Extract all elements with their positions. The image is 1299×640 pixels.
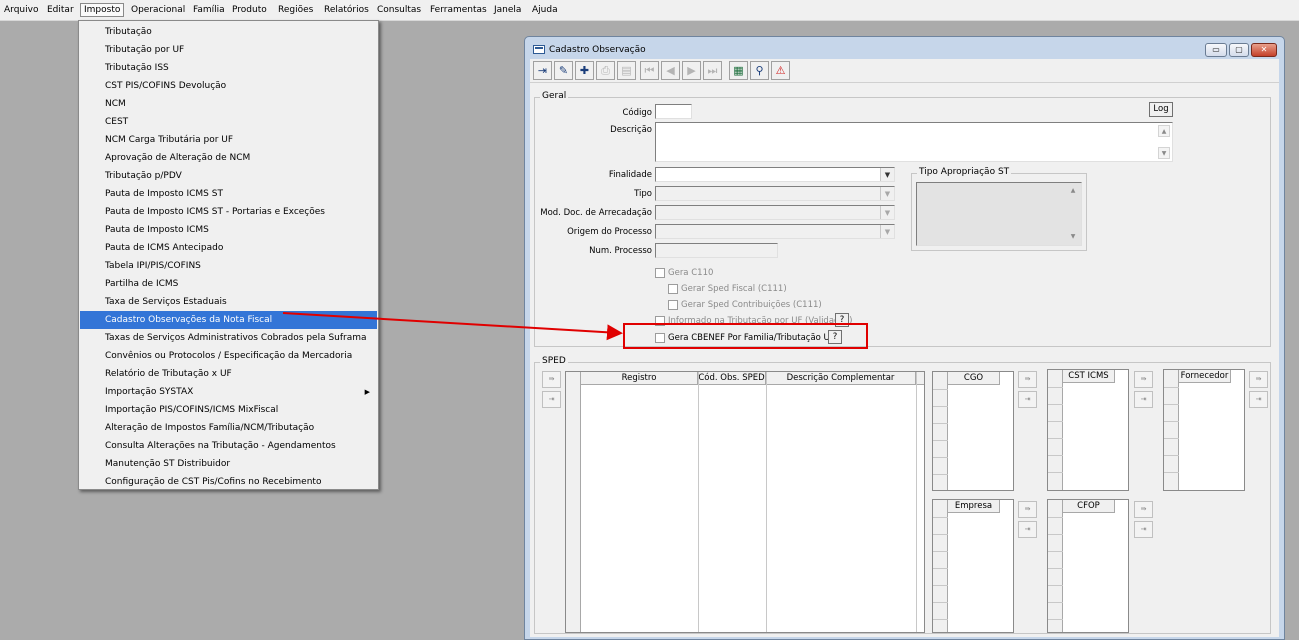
- annotation-arrow: [282, 312, 623, 341]
